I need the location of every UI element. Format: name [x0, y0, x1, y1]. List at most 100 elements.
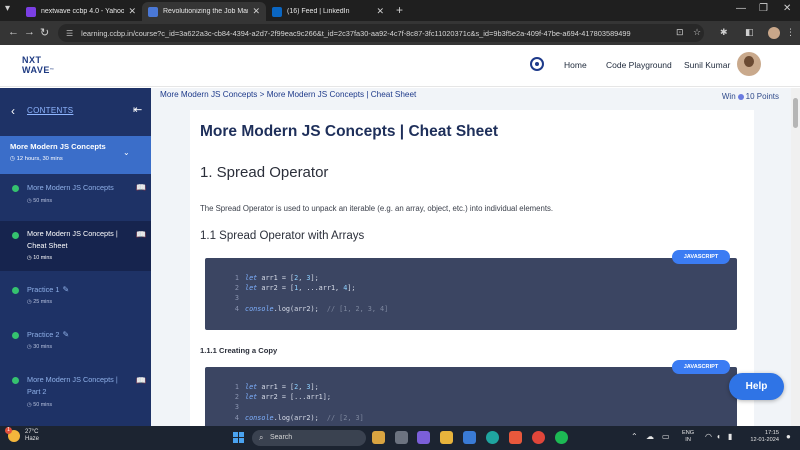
spotify-icon[interactable]	[555, 431, 568, 444]
logo-top: NXT	[22, 55, 42, 65]
sidebar-item-label: More Modern JS Concepts | Part 2	[27, 375, 118, 396]
sidebar-item[interactable]: More Modern JS Concepts ◷ 50 mins 📖	[0, 174, 151, 224]
line-number: 1	[234, 383, 239, 391]
drive-icon[interactable]: ▭	[662, 432, 670, 441]
scrollbar-thumb[interactable]	[793, 98, 798, 128]
line-number: 4	[234, 414, 239, 422]
code-block[interactable]: 1 let arr1 = [2, 3]; 2 let arr2 = [1, ...a…	[205, 258, 737, 330]
contents-link[interactable]: CONTENTS	[27, 106, 73, 115]
wifi-icon[interactable]: ◠	[705, 432, 712, 441]
chrome-icon[interactable]	[532, 431, 545, 444]
line-number: 3	[234, 294, 239, 302]
windows-start-icon[interactable]	[233, 432, 244, 443]
help-button[interactable]: Help	[729, 373, 784, 400]
course-sidebar: ‹ CONTENTS ⇤ More Modern JS Concepts ◷ 1…	[0, 88, 151, 426]
sidebar-item-label-wrap: Practice 2 ✎	[27, 329, 127, 341]
site-info-icon[interactable]: ☰	[66, 29, 73, 38]
sidebar-item-label-wrap: Practice 1 ✎	[27, 284, 127, 296]
reload-icon[interactable]: ↻	[40, 26, 49, 39]
nav-code-playground[interactable]: Code Playground	[606, 60, 672, 70]
sidebar-item-duration: ◷ 50 mins	[27, 402, 52, 408]
line-number: 4	[234, 305, 239, 313]
code-text: let arr2 = [...arr1];	[245, 393, 331, 401]
sidebar-item-label: More Modern JS Concepts	[27, 183, 114, 192]
chevron-left-icon[interactable]: ‹	[11, 104, 15, 118]
volume-icon[interactable]: ◖	[716, 432, 721, 441]
close-tab-icon[interactable]: ✕	[252, 6, 260, 17]
file-explorer-icon[interactable]	[440, 431, 453, 444]
code-block[interactable]: 1 let arr1 = [2, 3]; 2 let arr2 = [...arr1…	[205, 367, 737, 426]
page-scrollbar[interactable]	[791, 88, 800, 426]
code-text: let arr2 = [1, ...arr1, 4];	[245, 284, 356, 292]
yahoo-icon	[26, 6, 36, 17]
collapse-sidebar-icon[interactable]: ⇤	[133, 103, 142, 116]
browser-tab-active[interactable]: Revolutionizing the Job Market ✕	[142, 2, 266, 21]
notifications-icon[interactable]: ●	[786, 432, 791, 441]
taskbar-search-label: Search	[270, 434, 293, 441]
nxtwave-logo[interactable]: NXT WAVE™	[22, 55, 54, 75]
browser-menu-icon[interactable]: ⋮	[786, 27, 795, 38]
module-duration: ◷ 12 hours, 30 mins	[10, 156, 63, 162]
breadcrumb[interactable]: More Modern JS Concepts > More Modern JS…	[160, 90, 416, 99]
avatar[interactable]	[737, 52, 761, 76]
sidebar-item[interactable]: More Modern JS Concepts | Part 2 ◷ 50 mi…	[0, 368, 151, 426]
back-icon[interactable]: ←	[8, 26, 19, 38]
line-number: 1	[234, 274, 239, 282]
duration-text: 50 mins	[33, 402, 53, 408]
code-text: console.log(arr2); // [1, 2, 3, 4]	[245, 305, 389, 313]
taskbar-search[interactable]: ⌕ Search	[252, 430, 366, 446]
browser-tab-yahoo[interactable]: nextwave ccbp 4.0 - Yahoo Indi ✕	[20, 2, 142, 21]
user-name[interactable]: Sunil Kumar	[684, 60, 730, 70]
address-bar[interactable]: ☰ learning.ccbp.in/course?c_id=3a622a3c-…	[58, 24, 704, 42]
minimize-icon[interactable]: —	[736, 3, 746, 14]
store-icon[interactable]	[463, 431, 476, 444]
browser-toolbar: ← → ↻ ☰ learning.ccbp.in/course?c_id=3a6…	[0, 21, 800, 45]
clock[interactable]: 17:15 12-01-2024	[743, 430, 779, 444]
close-window-icon[interactable]: ✕	[783, 3, 791, 14]
maximize-icon[interactable]: ❐	[759, 3, 768, 14]
sidebar-header: ‹ CONTENTS ⇤	[0, 88, 151, 136]
sidebar-item-active[interactable]: More Modern JS Concepts | Cheat Sheet ◷ …	[0, 221, 151, 271]
book-icon: 📖	[136, 376, 146, 385]
extensions-icon[interactable]: ✱	[720, 27, 728, 38]
close-tab-icon[interactable]: ✕	[128, 6, 136, 17]
date: 12-01-2024	[750, 437, 779, 443]
forward-icon[interactable]: →	[24, 26, 35, 38]
main-content: More Modern JS Concepts > More Modern JS…	[151, 88, 791, 426]
code-text: console.log(arr2); // [2, 3]	[245, 414, 364, 422]
sidebar-item-label: Practice 1	[27, 285, 60, 294]
browser-profile-icon[interactable]	[768, 27, 780, 39]
sidebar-item[interactable]: Practice 1 ✎ ◷ 25 mins	[0, 278, 151, 328]
bookmark-star-icon[interactable]: ☆	[693, 27, 701, 38]
sidebar-item-label: More Modern JS Concepts | Cheat Sheet	[27, 229, 118, 250]
teams-icon[interactable]	[417, 431, 430, 444]
cloud-icon[interactable]: ☁	[646, 432, 654, 441]
check-icon	[12, 185, 19, 192]
cheat-sheet-card: More Modern JS Concepts | Cheat Sheet 1.…	[190, 110, 754, 426]
office-icon[interactable]	[509, 431, 522, 444]
new-tab-icon[interactable]: +	[396, 3, 403, 17]
install-app-icon[interactable]: ⊡	[676, 27, 684, 38]
module-header[interactable]: More Modern JS Concepts ◷ 12 hours, 30 m…	[0, 136, 151, 174]
page-title: More Modern JS Concepts | Cheat Sheet	[200, 123, 499, 140]
tab-search-icon[interactable]: ▾	[5, 3, 10, 14]
widgets-icon[interactable]	[372, 431, 385, 444]
browser-tab-linkedin[interactable]: (16) Feed | LinkedIn ✕	[266, 2, 390, 21]
streak-icon[interactable]	[530, 57, 544, 71]
battery-icon[interactable]: ▮	[728, 432, 732, 441]
language-badge: JAVASCRIPT	[672, 360, 730, 374]
close-tab-icon[interactable]: ✕	[376, 6, 384, 17]
nav-home[interactable]: Home	[564, 60, 587, 70]
language-badge: JAVASCRIPT	[672, 250, 730, 264]
tab-label: (16) Feed | LinkedIn	[287, 8, 350, 15]
side-panel-icon[interactable]: ◧	[745, 27, 754, 38]
chevron-down-icon[interactable]: ⌄	[123, 148, 130, 157]
module-duration-text: 12 hours, 30 mins	[16, 156, 63, 162]
edge-icon[interactable]	[486, 431, 499, 444]
task-view-icon[interactable]	[395, 431, 408, 444]
sidebar-item[interactable]: Practice 2 ✎ ◷ 30 mins	[0, 323, 151, 373]
weather-widget[interactable]: 1 27°C Haze	[5, 427, 39, 443]
language-indicator[interactable]: ENG IN	[682, 430, 694, 444]
chevron-up-icon[interactable]: ⌃	[631, 432, 638, 441]
subsection-heading: 1.1 Spread Operator with Arrays	[200, 230, 365, 242]
